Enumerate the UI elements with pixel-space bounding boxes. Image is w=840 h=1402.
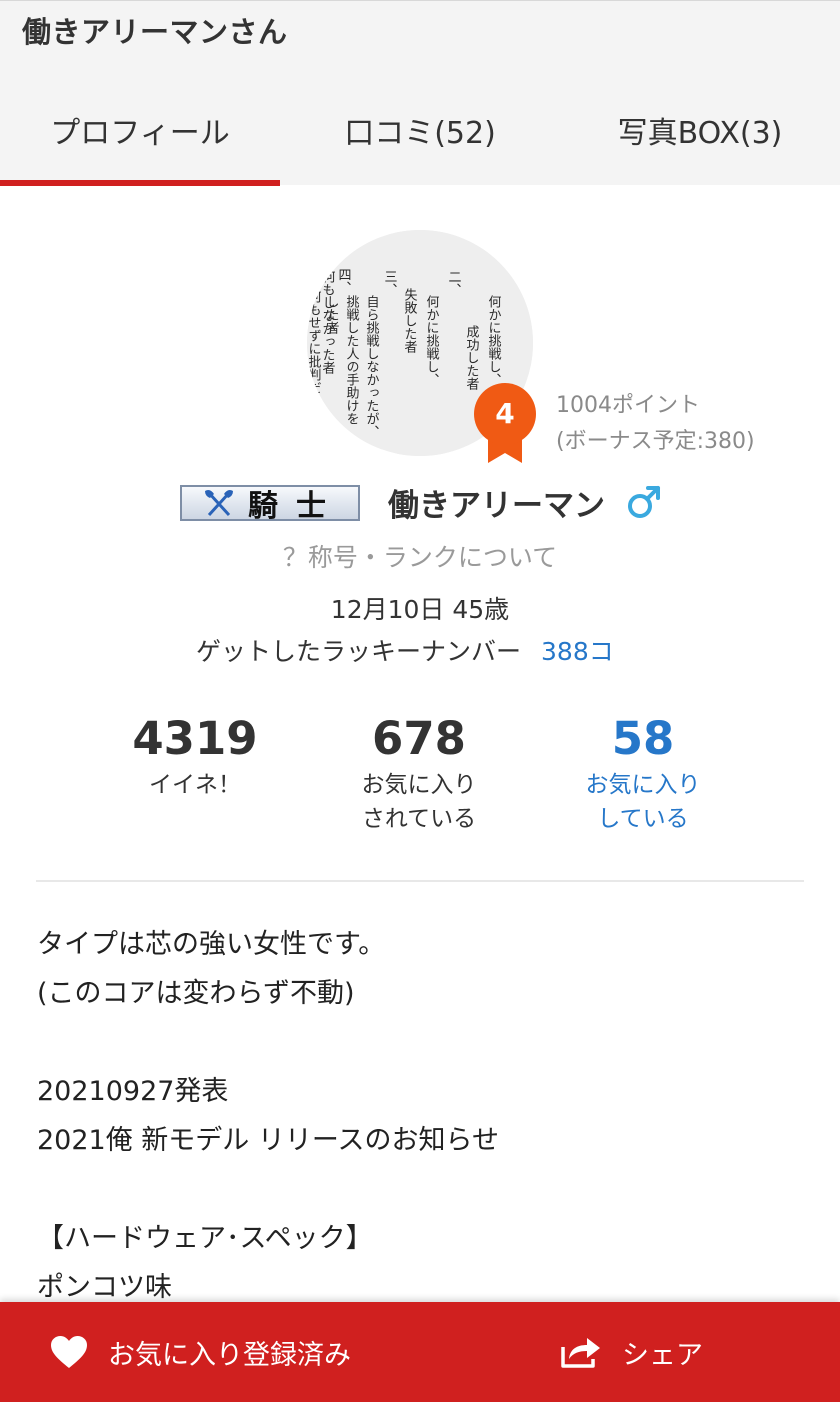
stat-value: 678: [372, 712, 466, 765]
page-title: 働きアリーマンさん: [22, 15, 288, 49]
tab-label: 口コミ(52): [344, 116, 496, 151]
stat-likes: 4319 イイネ！: [83, 710, 307, 836]
avatar-text: 何かに挑戦し、: [486, 294, 502, 386]
tab-bar: プロフィール 口コミ(52) 写真BOX(3): [0, 96, 840, 186]
bio-line: ポンコツ味: [37, 1272, 172, 1303]
bio-line: タイプは芯の強い女性です。: [37, 929, 386, 960]
favorite-button[interactable]: お気に入り登録済み: [50, 1302, 450, 1402]
rank-title-badge: 騎士: [180, 485, 360, 524]
rank-level: 4: [495, 397, 515, 430]
birthday-age: 12月10日 45歳: [330, 595, 510, 624]
tab-label: プロフィール: [50, 116, 230, 151]
stat-favorited-by: 678 お気に入り されている: [307, 710, 531, 836]
stat-value: 58: [611, 712, 675, 765]
lucky-number-value[interactable]: 388コ: [541, 637, 614, 666]
tab-profile[interactable]: プロフィール: [0, 96, 280, 186]
bio-line: (このコアは変わらず不動): [37, 978, 355, 1009]
stat-label: お気に入り している: [585, 772, 701, 832]
avatar-text: 失敗した者: [402, 288, 418, 354]
divider: [36, 880, 804, 882]
avatar-text: 二、: [446, 270, 462, 296]
lucky-number-row: ゲットしたラッキーナンバー 388コ: [196, 632, 614, 668]
stat-favoriting[interactable]: 58 お気に入り している: [531, 710, 755, 836]
avatar-text: 何かに挑戦し、: [424, 294, 440, 386]
favorite-button-label: お気に入り登録済み: [108, 1339, 351, 1371]
rank-title: 騎士: [248, 489, 344, 524]
heart-icon: [51, 1336, 87, 1368]
avatar-text: 三、: [382, 270, 398, 296]
avatar-text: 何もせずに批判だけ: [307, 289, 321, 407]
tab-label: 写真BOX(3): [617, 116, 783, 151]
stat-value: 4319: [132, 712, 258, 765]
male-icon: [628, 486, 660, 518]
avatar-text: 成功した者: [464, 325, 480, 391]
stat-label: イイネ！: [149, 772, 241, 798]
rank-help-link[interactable]: ？称号・ランクについて: [0, 538, 840, 574]
bio-line: [37, 1018, 807, 1067]
user-name: 働きアリーマン: [388, 488, 605, 524]
avatar-text: 挑戦した人の手助けを: [344, 295, 360, 425]
stats-row: 4319 イイネ！ 678 お気に入り されている 58 お気に入り している: [83, 710, 755, 836]
avatar-text: 自ら挑戦しなかったが、: [364, 295, 380, 438]
avatar-text: 一、: [510, 270, 526, 296]
header: 働きアリーマンさん プロフィール 口コミ(52) 写真BOX(3): [0, 0, 840, 186]
crossed-axes-icon: [205, 490, 233, 517]
bio-line: 【ハードウェア･スペック】: [37, 1223, 373, 1254]
bio-line: 20210927発表: [37, 1076, 229, 1107]
bonus-points: (ボーナス予定:380): [556, 429, 755, 454]
share-button-label: シェア: [622, 1339, 703, 1371]
points-info: 1004ポイント (ボーナス予定:380): [556, 388, 755, 460]
avatar-text: 何もしなかった者: [320, 269, 336, 375]
bio-line: [37, 1165, 807, 1214]
avatar-text: 四、: [336, 268, 351, 294]
stat-label: お気に入り されている: [361, 772, 477, 832]
bottom-action-bar: お気に入り登録済み シェア: [0, 1302, 840, 1402]
tab-reviews[interactable]: 口コミ(52): [280, 96, 560, 186]
bio-line: 2021俺 新モデル リリースのお知らせ: [37, 1125, 499, 1156]
share-icon: [561, 1338, 600, 1368]
lucky-number-label: ゲットしたラッキーナンバー: [196, 637, 522, 666]
rank-badge: 4: [474, 383, 536, 465]
points-value: 1004ポイント: [556, 393, 700, 418]
bio-text: タイプは芯の強い女性です。 (このコアは変わらず不動) 20210927発表 2…: [37, 920, 807, 1305]
tab-photo-box[interactable]: 写真BOX(3): [560, 96, 840, 186]
share-button[interactable]: シェア: [560, 1302, 780, 1402]
